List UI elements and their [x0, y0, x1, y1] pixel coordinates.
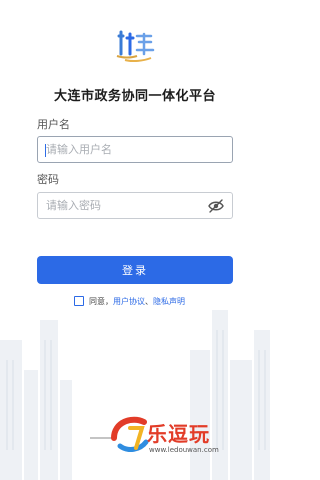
user-agreement-link[interactable]: 用户协议 — [113, 296, 145, 307]
privacy-link[interactable]: 隐私声明 — [153, 296, 185, 307]
password-input[interactable] — [46, 193, 216, 218]
app-logo — [116, 30, 155, 63]
watermark-text: 乐逗玩 — [147, 422, 210, 446]
eye-slash-icon[interactable] — [208, 199, 224, 213]
username-field[interactable] — [37, 136, 233, 163]
agree-checkbox[interactable] — [74, 296, 84, 306]
page-title: 大连市政务协同一体化平台 — [53, 89, 216, 104]
username-input[interactable] — [46, 137, 216, 162]
agreement-separator: 、 — [145, 296, 153, 306]
agreement-prefix: 同意， — [89, 296, 113, 306]
agreement-row: 同意， 用户协议 、 隐私声明 — [74, 294, 185, 308]
watermark-url: www.ledouwan.com — [149, 446, 219, 454]
username-label: 用户名 — [37, 118, 70, 131]
password-label: 密码 — [37, 173, 59, 186]
password-field[interactable] — [37, 192, 233, 219]
login-button[interactable]: 登录 — [37, 256, 233, 284]
